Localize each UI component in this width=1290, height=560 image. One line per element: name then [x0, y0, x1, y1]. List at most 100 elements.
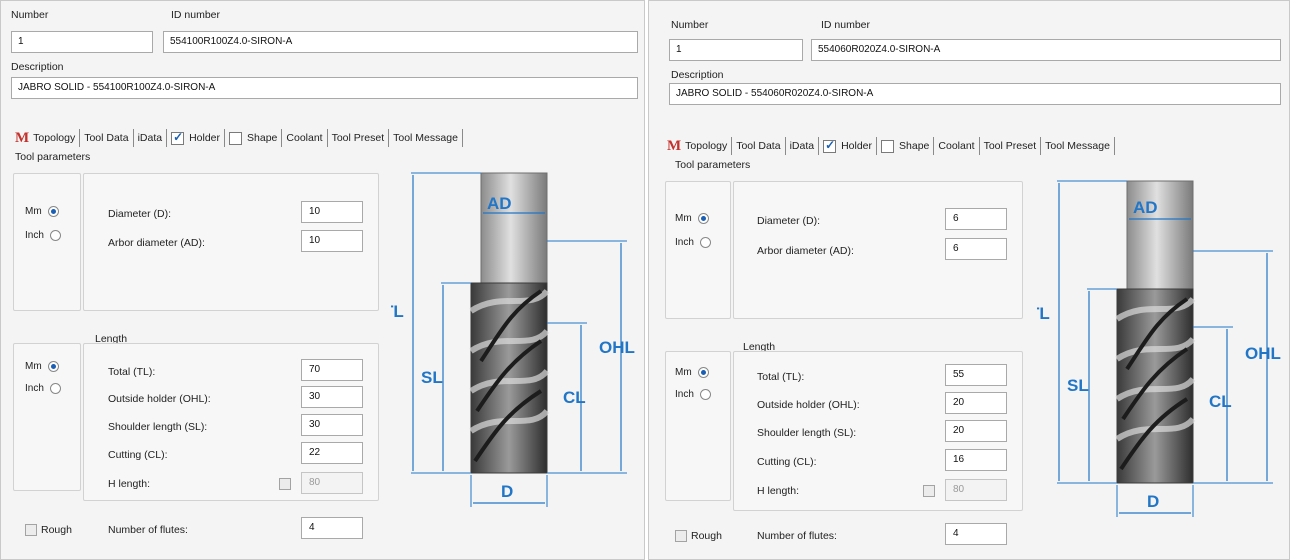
ohl-dim-label: OHL — [1245, 344, 1281, 363]
unit-group-top — [665, 181, 731, 319]
ad-dim-label: AD — [1133, 198, 1158, 217]
number-field[interactable]: 1 — [11, 31, 153, 53]
diameter-label: Diameter (D): — [757, 215, 821, 227]
outside-holder-input[interactable]: 20 — [945, 392, 1007, 414]
unit-mm-radio-top[interactable]: Mm — [25, 206, 59, 217]
number-label: Number — [11, 9, 49, 21]
tab-holder[interactable]: Holder — [819, 137, 878, 155]
radio-dot — [699, 237, 711, 248]
tl-dim-label: TL — [391, 302, 404, 321]
rough-label: Rough — [41, 524, 72, 536]
id-number-field[interactable]: 554060R020Z4.0-SIRON-A — [811, 39, 1281, 61]
tab-shape[interactable]: Shape — [877, 137, 935, 155]
flutes-input[interactable]: 4 — [301, 517, 363, 539]
total-input[interactable]: 55 — [945, 364, 1007, 386]
tab-bar: MTopology Tool Data iData Holder Shape C… — [11, 127, 463, 149]
unit-inch-radio-length[interactable]: Inch — [25, 383, 61, 394]
holder-checkbox[interactable] — [823, 138, 837, 153]
shape-checkbox[interactable] — [881, 139, 895, 153]
total-label: Total (TL): — [757, 371, 805, 383]
diameter-input[interactable]: 6 — [945, 208, 1007, 230]
tab-tool-data[interactable]: Tool Data — [80, 129, 134, 147]
h-length-label: H length: — [757, 485, 800, 497]
cl-dim-label: CL — [563, 388, 586, 407]
radio-dot — [697, 213, 709, 224]
m-logo-icon: M — [667, 138, 682, 154]
radio-dot — [49, 383, 61, 394]
arbor-diameter-input[interactable]: 10 — [301, 230, 363, 252]
unit-inch-radio-top[interactable]: Inch — [25, 230, 61, 241]
tab-coolant[interactable]: Coolant — [934, 137, 980, 155]
unit-mm-radio-length[interactable]: Mm — [25, 361, 59, 372]
outside-holder-label: Outside holder (OHL): — [108, 393, 211, 405]
h-length-checkbox[interactable] — [279, 478, 291, 490]
cutting-input[interactable]: 16 — [945, 449, 1007, 471]
radio-dot — [47, 206, 59, 217]
cutting-input[interactable]: 22 — [301, 442, 363, 464]
tab-coolant[interactable]: Coolant — [282, 129, 328, 147]
cl-dim-label: CL — [1209, 392, 1232, 411]
shoulder-length-input[interactable]: 20 — [945, 420, 1007, 442]
tab-idata[interactable]: iData — [786, 137, 820, 155]
end-mill-diagram: TL SL AD OHL CL D — [391, 172, 635, 507]
unit-inch-radio-top[interactable]: Inch — [675, 237, 711, 248]
tab-tool-preset[interactable]: Tool Preset — [328, 129, 390, 147]
outside-holder-label: Outside holder (OHL): — [757, 399, 860, 411]
tool-parameters-title: Tool parameters — [675, 159, 751, 171]
d-dim-label: D — [1147, 492, 1159, 511]
tab-idata[interactable]: iData — [134, 129, 168, 147]
rough-checkbox[interactable] — [25, 524, 37, 536]
tab-tool-data[interactable]: Tool Data — [732, 137, 786, 155]
d-dim-label: D — [501, 482, 513, 501]
ad-dim-label: AD — [487, 194, 512, 213]
h-length-input: 80 — [945, 479, 1007, 501]
tab-topology[interactable]: M Topology — [663, 137, 733, 155]
diameter-label: Diameter (D): — [108, 208, 172, 220]
description-field[interactable]: JABRO SOLID - 554100R100Z4.0-SIRON-A — [11, 77, 638, 99]
flutes-label: Number of flutes: — [757, 530, 837, 542]
arbor-diameter-input[interactable]: 6 — [945, 238, 1007, 260]
shoulder-length-label: Shoulder length (SL): — [757, 427, 857, 439]
total-input[interactable]: 70 — [301, 359, 363, 381]
number-label: Number — [671, 19, 709, 31]
id-number-field[interactable]: 554100R100Z4.0-SIRON-A — [163, 31, 638, 53]
cutting-label: Cutting (CL): — [108, 449, 168, 461]
cutting-label: Cutting (CL): — [757, 456, 817, 468]
tab-tool-message[interactable]: Tool Message — [1041, 137, 1115, 155]
tool-panel-right: Number ID number 1 554060R020Z4.0-SIRON-… — [648, 0, 1290, 560]
description-field[interactable]: JABRO SOLID - 554060R020Z4.0-SIRON-A — [669, 83, 1281, 105]
holder-checkbox[interactable] — [171, 130, 185, 145]
rough-label: Rough — [691, 530, 722, 542]
arbor-diameter-label: Arbor diameter (AD): — [757, 245, 854, 257]
description-label: Description — [671, 69, 724, 81]
diameter-input[interactable]: 10 — [301, 201, 363, 223]
unit-mm-radio-length[interactable]: Mm — [675, 367, 709, 378]
m-logo-icon: M — [15, 130, 30, 146]
h-length-checkbox[interactable] — [923, 485, 935, 497]
h-length-input: 80 — [301, 472, 363, 494]
number-field[interactable]: 1 — [669, 39, 803, 61]
radio-dot — [49, 230, 61, 241]
shoulder-length-input[interactable]: 30 — [301, 414, 363, 436]
tab-bar: MTopology Tool Data iData Holder Shape C… — [663, 135, 1115, 157]
shank-shape — [480, 172, 548, 284]
total-label: Total (TL): — [108, 366, 156, 378]
sl-dim-label: SL — [1067, 376, 1089, 395]
tab-shape[interactable]: Shape — [225, 129, 283, 147]
unit-inch-radio-length[interactable]: Inch — [675, 389, 711, 400]
tab-tool-message[interactable]: Tool Message — [389, 129, 463, 147]
arbor-diameter-label: Arbor diameter (AD): — [108, 237, 205, 249]
radio-dot — [699, 389, 711, 400]
outside-holder-input[interactable]: 30 — [301, 386, 363, 408]
rough-checkbox[interactable] — [675, 530, 687, 542]
flutes-input[interactable]: 4 — [945, 523, 1007, 545]
tool-panel-left: Number ID number 1 554100R100Z4.0-SIRON-… — [0, 0, 645, 560]
tab-tool-preset[interactable]: Tool Preset — [980, 137, 1042, 155]
tab-topology[interactable]: M Topology — [11, 129, 81, 147]
shape-checkbox[interactable] — [229, 131, 243, 145]
radio-dot — [47, 361, 59, 372]
shoulder-length-label: Shoulder length (SL): — [108, 421, 208, 433]
unit-mm-radio-top[interactable]: Mm — [675, 213, 709, 224]
unit-group-top — [13, 173, 81, 311]
tab-holder[interactable]: Holder — [167, 129, 226, 147]
